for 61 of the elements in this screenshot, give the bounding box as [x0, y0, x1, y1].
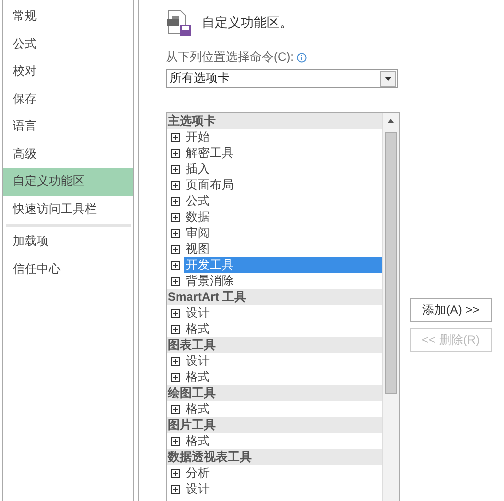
list-item[interactable]: 公式 — [184, 193, 212, 209]
expand-icon[interactable] — [171, 148, 180, 158]
expand-icon[interactable] — [171, 196, 180, 206]
list-item[interactable]: 设计 — [184, 481, 212, 497]
caret-icon — [384, 76, 392, 80]
expand-icon[interactable] — [171, 260, 180, 270]
sidebar-item[interactable]: 快速访问工具栏 — [3, 196, 133, 223]
group-header: 主选项卡 — [167, 113, 382, 129]
expand-icon[interactable] — [171, 132, 180, 142]
list-item[interactable]: 格式 — [184, 433, 212, 449]
list-item[interactable]: 视图 — [184, 241, 212, 257]
list-item[interactable]: 格式 — [184, 369, 212, 385]
group-header: 图表工具 — [167, 337, 382, 353]
list-item[interactable]: 格式 — [184, 321, 212, 337]
scroll-up-icon[interactable] — [388, 119, 394, 123]
group-header: 数据透视表工具 — [167, 449, 382, 465]
list-item[interactable]: 解密工具 — [184, 145, 236, 161]
list-item[interactable]: 数据 — [184, 209, 212, 225]
expand-icon[interactable] — [171, 308, 180, 318]
sidebar-item[interactable]: 公式 — [3, 30, 133, 58]
document-settings-icon — [166, 10, 192, 36]
expand-icon[interactable] — [171, 372, 180, 382]
info-icon — [297, 52, 307, 62]
sidebar-item[interactable]: 常规 — [3, 3, 133, 30]
scroll-thumb[interactable] — [385, 132, 397, 394]
expand-icon[interactable] — [171, 436, 180, 446]
group-header: 图片工具 — [167, 417, 382, 433]
expand-icon[interactable] — [171, 228, 180, 238]
list-item[interactable]: 设计 — [184, 305, 212, 321]
choose-commands-label: 从下列位置选择命令(C): — [166, 49, 294, 66]
sidebar-item[interactable]: 信任中心 — [3, 256, 133, 283]
sidebar-item[interactable]: 高级 — [3, 140, 133, 168]
section-title: 自定义功能区。 — [202, 14, 293, 32]
group-header: SmartArt 工具 — [167, 289, 382, 305]
list-item[interactable]: 页面布局 — [184, 177, 236, 193]
list-button[interactable]: 添加(A) >> — [410, 298, 492, 322]
expand-icon[interactable] — [171, 468, 180, 478]
sidebar-item[interactable]: 自定义功能区 — [3, 168, 133, 196]
list-item[interactable]: 格式 — [184, 401, 212, 417]
expand-icon[interactable] — [171, 164, 180, 174]
list-item[interactable]: 审阅 — [184, 225, 212, 241]
list-item[interactable]: 插入 — [184, 161, 212, 177]
sidebar-item[interactable]: 保存 — [3, 86, 133, 113]
sidebar-item[interactable]: 语言 — [3, 113, 133, 140]
sidebar-item[interactable]: 校对 — [3, 58, 133, 86]
expand-icon[interactable] — [171, 276, 180, 286]
commands-dropdown[interactable]: 所有选项卡 — [166, 69, 398, 88]
group-header: 绘图工具 — [167, 385, 382, 401]
list-item[interactable]: 背景消除 — [184, 273, 236, 289]
sidebar-item[interactable]: 加载项 — [3, 228, 133, 256]
expand-icon[interactable] — [171, 484, 180, 494]
expand-icon[interactable] — [171, 324, 180, 334]
expand-icon[interactable] — [171, 244, 180, 254]
scrollbar[interactable] — [382, 113, 399, 501]
expand-icon[interactable] — [171, 356, 180, 366]
list-item[interactable]: 设计 — [184, 353, 212, 369]
expand-icon[interactable] — [171, 180, 180, 190]
list-item[interactable]: 开始 — [184, 129, 212, 145]
list-item[interactable]: 分析 — [184, 465, 212, 481]
expand-icon[interactable] — [171, 212, 180, 222]
expand-icon[interactable] — [171, 404, 180, 414]
